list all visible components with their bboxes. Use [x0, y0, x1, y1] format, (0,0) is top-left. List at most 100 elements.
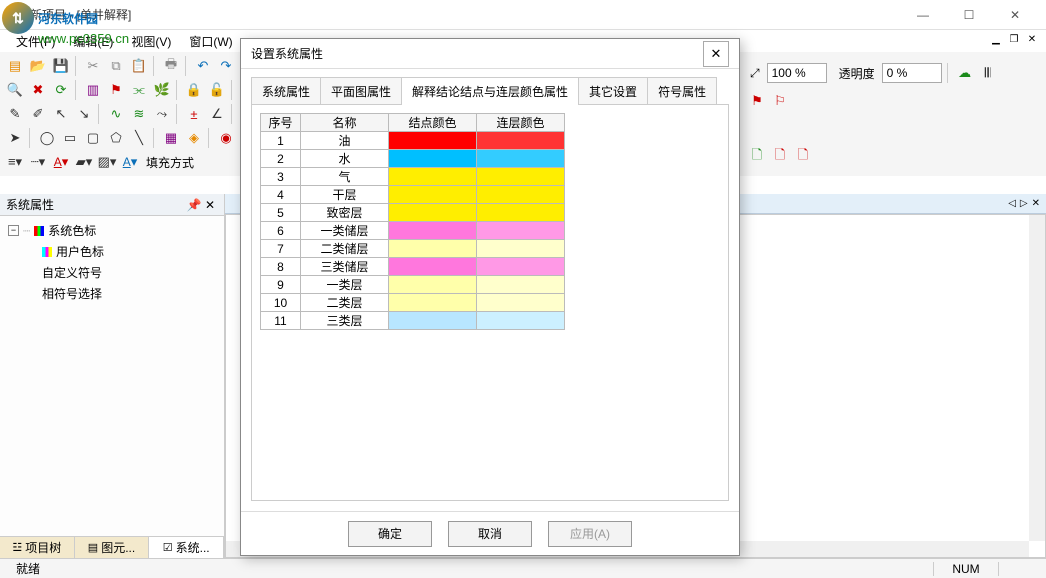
menu-view[interactable]: 视图(V): [123, 31, 179, 52]
cell-node-color[interactable]: [389, 150, 477, 168]
cloud-icon[interactable]: ☁: [954, 62, 976, 84]
mdi-restore[interactable]: ❐: [1006, 32, 1022, 46]
table-row[interactable]: 10二类层: [261, 294, 565, 312]
cut-icon[interactable]: ✂: [82, 55, 104, 77]
angle-icon[interactable]: ∠: [206, 103, 228, 125]
cell-layer-color[interactable]: [477, 240, 565, 258]
flagr-icon[interactable]: ⚑: [746, 90, 768, 112]
fontc-icon[interactable]: A▾: [119, 151, 141, 173]
tree-user[interactable]: 用户色标: [4, 241, 220, 262]
table-row[interactable]: 1油: [261, 132, 565, 150]
cell-node-color[interactable]: [389, 222, 477, 240]
dialog-tab-system[interactable]: 系统属性: [251, 77, 321, 105]
cell-layer-color[interactable]: [477, 258, 565, 276]
tree-similar[interactable]: 相符号选择: [4, 283, 220, 304]
cell-layer-color[interactable]: [477, 186, 565, 204]
hatch-icon[interactable]: ▨▾: [96, 151, 118, 173]
barcode-icon[interactable]: 𝄃𝄃: [977, 62, 999, 84]
pen1-icon[interactable]: ✎: [4, 103, 26, 125]
save-icon[interactable]: 💾: [50, 55, 72, 77]
bars-icon[interactable]: ▥: [82, 79, 104, 101]
line-icon[interactable]: ╲: [128, 127, 150, 149]
tree-collapse-icon[interactable]: −: [8, 225, 19, 236]
paste-icon[interactable]: 📋: [128, 55, 150, 77]
fill-icon[interactable]: ▰▾: [73, 151, 95, 173]
under-icon[interactable]: A▾: [50, 151, 72, 173]
undo-icon[interactable]: ↶: [192, 55, 214, 77]
doc3-icon[interactable]: 🗋: [792, 146, 814, 168]
tree-custom[interactable]: 自定义符号: [4, 262, 220, 283]
flagr2-icon[interactable]: ⚐: [769, 90, 791, 112]
maximize-button[interactable]: ☐: [946, 0, 992, 30]
cell-node-color[interactable]: [389, 312, 477, 330]
wave2-icon[interactable]: ≋: [128, 103, 150, 125]
shape1-icon[interactable]: ◈: [183, 127, 205, 149]
print-icon[interactable]: 🖶: [160, 55, 182, 77]
cell-node-color[interactable]: [389, 276, 477, 294]
doc-close-icon[interactable]: ✕: [1032, 198, 1040, 209]
delete-icon[interactable]: ✖: [27, 79, 49, 101]
wave-icon[interactable]: ∿: [105, 103, 127, 125]
cell-node-color[interactable]: [389, 240, 477, 258]
ok-button[interactable]: 确定: [348, 521, 432, 547]
opacity-input[interactable]: [882, 63, 942, 83]
arrow-dn-icon[interactable]: ↘: [73, 103, 95, 125]
cell-node-color[interactable]: [389, 204, 477, 222]
table-row[interactable]: 8三类储层: [261, 258, 565, 276]
close-button[interactable]: ✕: [992, 0, 1038, 30]
table-row[interactable]: 2水: [261, 150, 565, 168]
dash-icon[interactable]: ┈▾: [27, 151, 49, 173]
dialog-tab-symbol[interactable]: 符号属性: [647, 77, 717, 105]
cancel-button[interactable]: 取消: [448, 521, 532, 547]
cell-layer-color[interactable]: [477, 132, 565, 150]
plusminus-icon[interactable]: ±: [183, 103, 205, 125]
minimize-button[interactable]: —: [900, 0, 946, 30]
cell-node-color[interactable]: [389, 168, 477, 186]
table-row[interactable]: 4干层: [261, 186, 565, 204]
table-row[interactable]: 6一类储层: [261, 222, 565, 240]
cell-layer-color[interactable]: [477, 168, 565, 186]
panel-tab-element[interactable]: ▤ 图元...: [75, 537, 150, 558]
pen2-icon[interactable]: ✐: [27, 103, 49, 125]
new-icon[interactable]: ▤: [4, 55, 26, 77]
cell-layer-color[interactable]: [477, 222, 565, 240]
apply-button[interactable]: 应用(A): [548, 521, 632, 547]
zoom-in-icon[interactable]: 🔍: [4, 79, 26, 101]
tree-icon[interactable]: 🌿: [151, 79, 173, 101]
poly-icon[interactable]: ⬠: [105, 127, 127, 149]
lock1-icon[interactable]: 🔒: [183, 79, 205, 101]
rect-icon[interactable]: ▭: [59, 127, 81, 149]
table-row[interactable]: 7二类储层: [261, 240, 565, 258]
scrollbar-vertical[interactable]: [1029, 215, 1045, 541]
menu-window[interactable]: 窗口(W): [181, 31, 240, 52]
ellipse-icon[interactable]: ◯: [36, 127, 58, 149]
dialog-tab-other[interactable]: 其它设置: [578, 77, 648, 105]
dialog-tab-plan[interactable]: 平面图属性: [320, 77, 402, 105]
link-icon[interactable]: ⫘: [128, 79, 150, 101]
target-icon[interactable]: ◉: [215, 127, 237, 149]
table-row[interactable]: 9一类层: [261, 276, 565, 294]
dialog-tab-colors[interactable]: 解释结论结点与连层颜色属性: [401, 77, 579, 105]
doc2-icon[interactable]: 🗋: [769, 146, 791, 168]
open-icon[interactable]: 📂: [27, 55, 49, 77]
menu-edit[interactable]: 编辑(E): [65, 31, 121, 52]
rrect-icon[interactable]: ▢: [82, 127, 104, 149]
bezier-icon[interactable]: ⤳: [151, 103, 173, 125]
table-row[interactable]: 11三类层: [261, 312, 565, 330]
cursor-icon[interactable]: ➤: [4, 127, 26, 149]
cell-layer-color[interactable]: [477, 150, 565, 168]
mdi-minimize[interactable]: ▁: [988, 32, 1004, 46]
cell-node-color[interactable]: [389, 294, 477, 312]
panel-tab-project[interactable]: ☳ 项目树: [0, 537, 75, 558]
grid-icon[interactable]: ▦: [160, 127, 182, 149]
doc-prev-icon[interactable]: ◁: [1008, 198, 1016, 209]
refresh-icon[interactable]: ⟳: [50, 79, 72, 101]
tree-root[interactable]: − ┈ 系统色标: [4, 220, 220, 241]
cell-node-color[interactable]: [389, 186, 477, 204]
menu-file[interactable]: 文件(F): [8, 31, 63, 52]
lock2-icon[interactable]: 🔓: [206, 79, 228, 101]
cell-layer-color[interactable]: [477, 312, 565, 330]
dialog-close-button[interactable]: ✕: [703, 41, 729, 67]
redo-icon[interactable]: ↷: [215, 55, 237, 77]
flag-icon[interactable]: ⚑: [105, 79, 127, 101]
